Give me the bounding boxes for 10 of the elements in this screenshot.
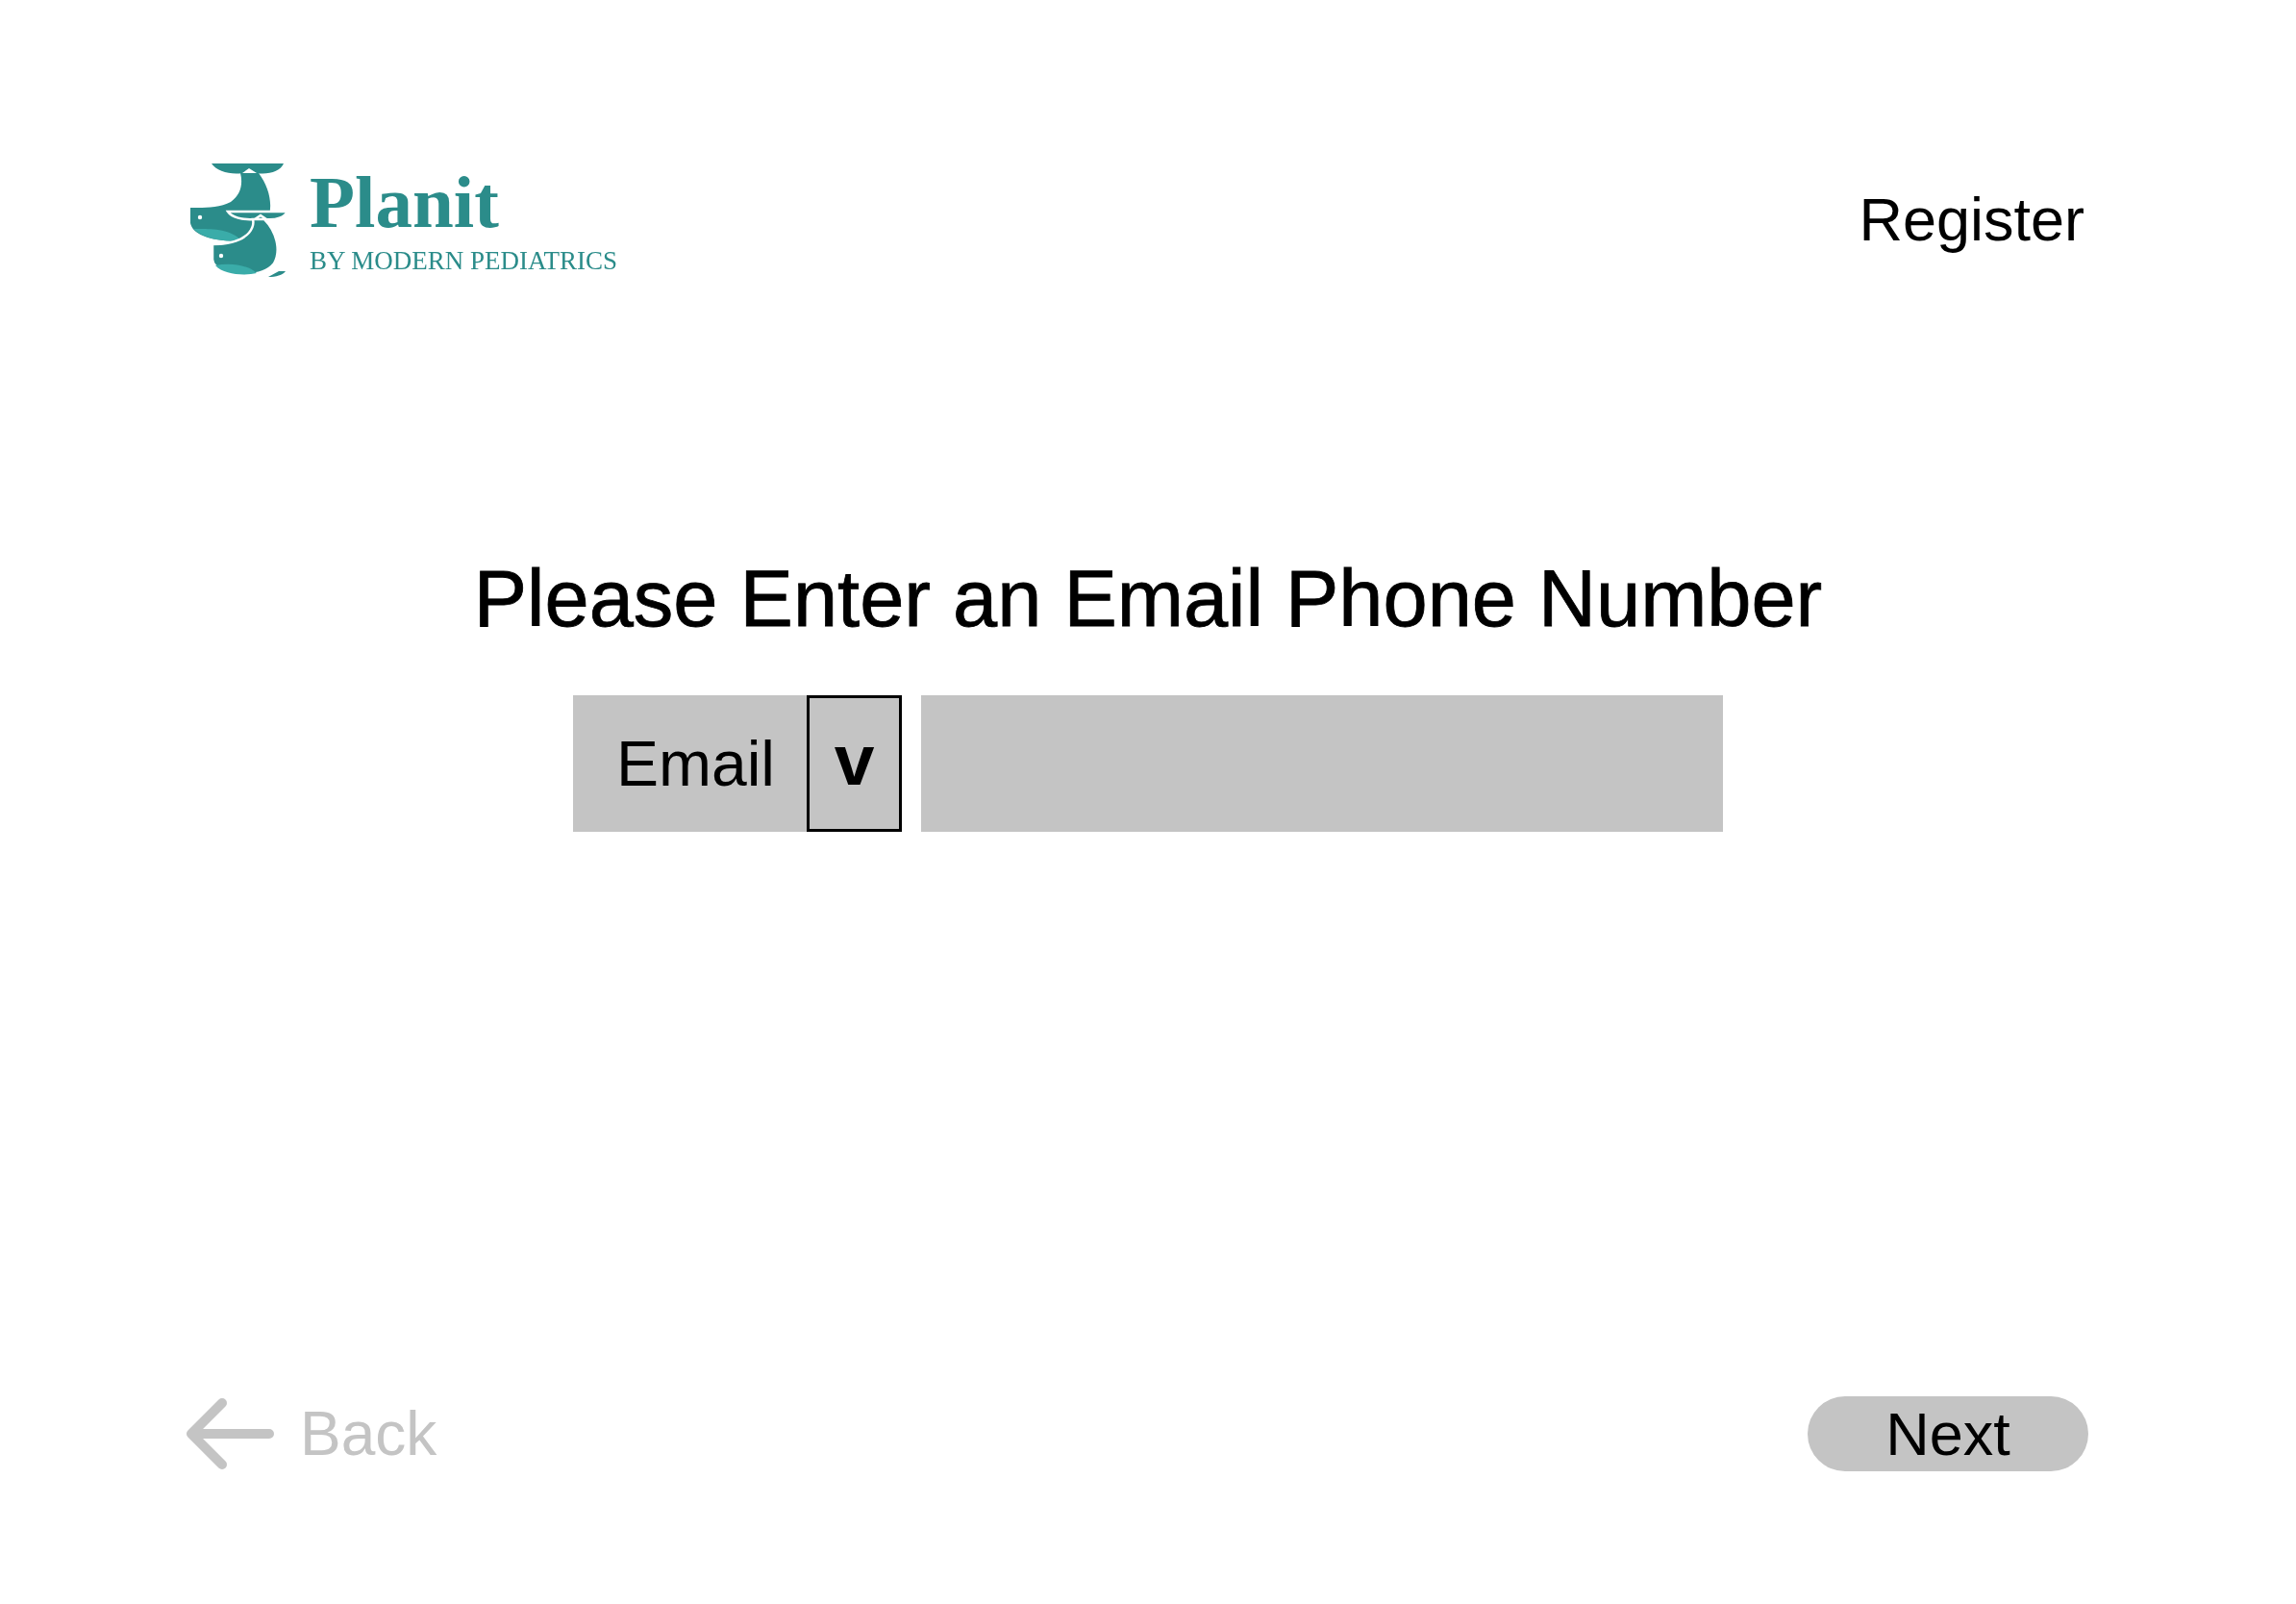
logo-tagline: BY MODERN PEDIATRICS [310, 246, 618, 276]
register-link[interactable]: Register [1859, 184, 2084, 257]
contact-type-dropdown[interactable]: Email v [573, 695, 902, 832]
page-title: Please Enter an Email Phone Number [473, 553, 1823, 645]
logo-name: Planit [310, 164, 499, 239]
next-button[interactable]: Next [1808, 1396, 2088, 1471]
whale-logo-icon [189, 163, 288, 277]
arrow-left-icon [186, 1398, 274, 1469]
contact-input-field[interactable] [921, 695, 1723, 832]
dropdown-toggle-button[interactable]: v [807, 695, 902, 832]
